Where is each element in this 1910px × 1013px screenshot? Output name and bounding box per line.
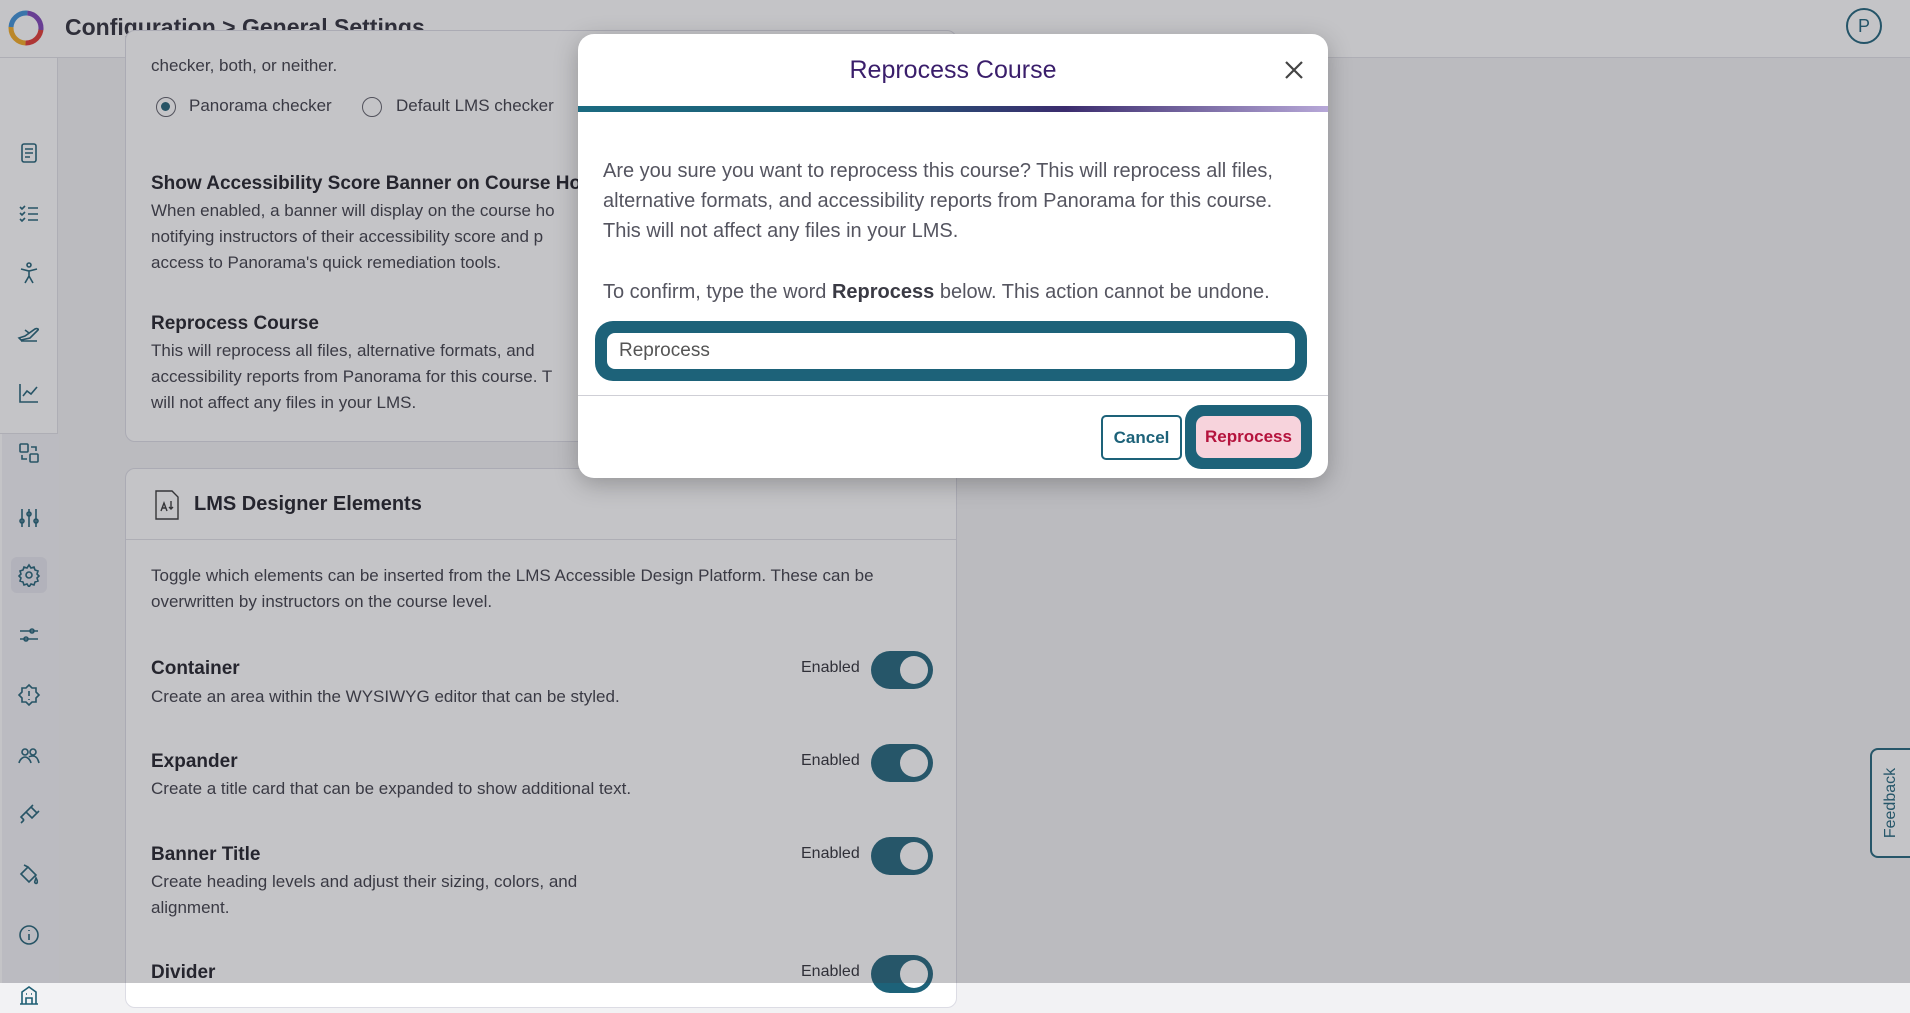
reprocess-button[interactable]: Reprocess [1196,416,1301,458]
dialog-message-line-2: alternative formats, and accessibility r… [603,190,1273,212]
close-icon [1285,61,1303,79]
dialog-footer-divider [578,395,1328,396]
dialog-title: Reprocess Course [849,56,1057,84]
dialog-header-accent-bar [578,106,1328,112]
confirm-word: Reprocess [831,281,935,303]
reprocess-course-dialog: Reprocess Course Are you sure you want t… [578,34,1328,478]
close-button[interactable] [1278,54,1310,86]
cancel-button[interactable]: Cancel [1101,415,1182,460]
dialog-confirm-instruction: To confirm, type the word Reprocess belo… [603,277,1303,307]
building-icon [20,986,38,1005]
reprocess-button-focus-ring: Reprocess [1185,405,1312,469]
confirm-text-before: To confirm, type the word [603,281,832,303]
confirm-text-after: below. This action cannot be undone. [934,281,1270,303]
confirm-input[interactable] [607,333,1295,369]
confirm-input-focus-ring [595,321,1307,381]
dialog-message-line-3: This will not affect any files in your L… [603,220,959,242]
dialog-message-line-1: Are you sure you want to reprocess this … [603,160,1273,182]
